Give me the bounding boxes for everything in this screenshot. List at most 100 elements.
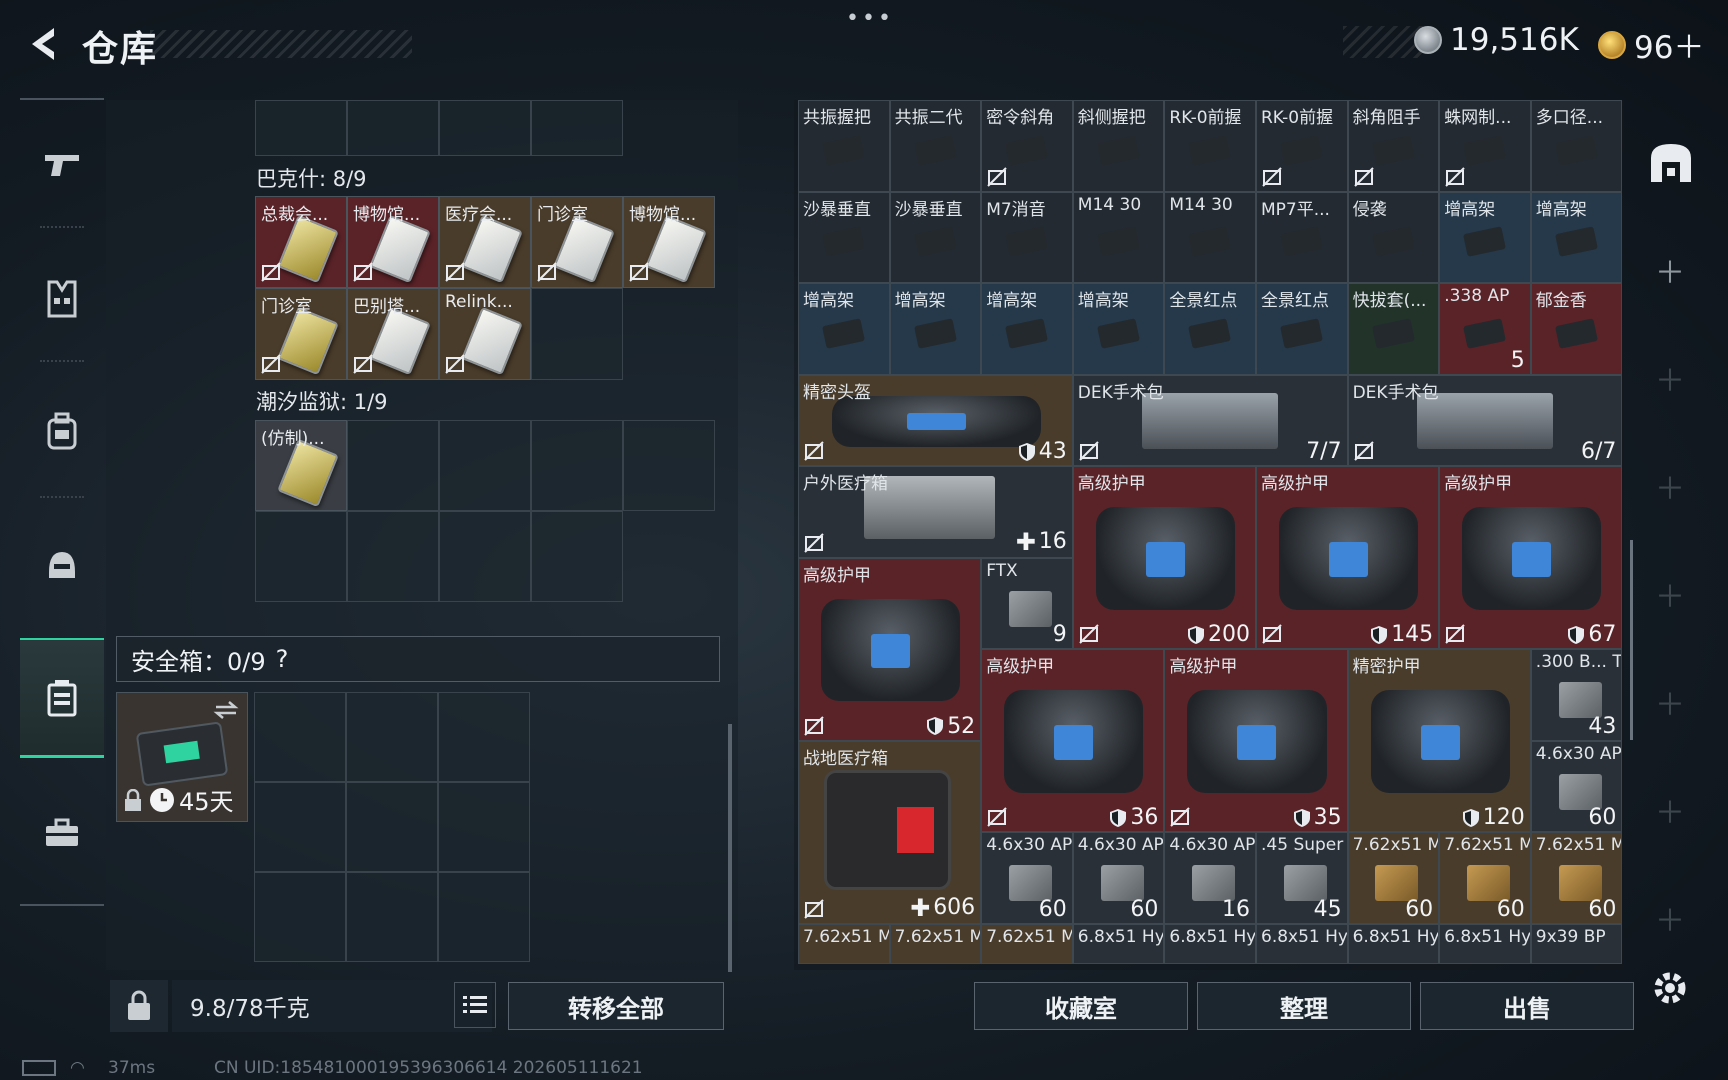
stash-item[interactable]: 侵袭 [1347, 191, 1440, 283]
stash-item[interactable]: 共振握把 [798, 100, 890, 192]
stash-item[interactable]: 多口径... [1530, 100, 1623, 192]
stash-item[interactable]: 4.6x30 AP SX 60 [1530, 740, 1623, 832]
grid-slot[interactable] [255, 511, 347, 602]
stash-item[interactable]: 6.8x51 Hybrid [1347, 923, 1440, 964]
grid-slot[interactable] [346, 872, 438, 962]
stash-item[interactable]: 4.6x30 AP SX 60 [1072, 832, 1165, 924]
item-card[interactable]: 门诊室 [531, 196, 623, 288]
safe-box-item[interactable]: 45天 [116, 692, 248, 822]
item-card[interactable]: 博物馆... [347, 196, 439, 288]
grid-slot[interactable] [439, 420, 531, 511]
stash-item[interactable]: 增高架 [1439, 191, 1531, 283]
empty-tab[interactable]: ＋ [1652, 680, 1688, 724]
stash-item[interactable]: RK-0前握 [1164, 100, 1256, 192]
settings-button[interactable] [1650, 968, 1690, 1012]
stash-item[interactable]: 快拔套(... [1347, 283, 1440, 375]
left-scrollbar[interactable] [728, 724, 732, 972]
grid-slot[interactable] [347, 100, 439, 156]
stash-item[interactable]: 6.8x51 Hybrid [1439, 923, 1531, 964]
stash-item[interactable]: 密令斜角 [981, 100, 1073, 192]
transfer-all-button[interactable]: 转移全部 [508, 982, 724, 1030]
stash-item[interactable]: 高级护甲 145 [1256, 466, 1440, 649]
item-card[interactable]: 博物馆... [623, 196, 715, 288]
grid-slot[interactable] [531, 100, 623, 156]
sell-button[interactable]: 出售 [1420, 982, 1634, 1030]
empty-tab[interactable]: ＋ [1652, 572, 1688, 616]
grid-slot[interactable] [531, 511, 623, 602]
stash-item[interactable]: 6.8x51 Hybrid [1072, 923, 1165, 964]
sidebar-item-weapons[interactable] [20, 110, 104, 220]
stash-item[interactable]: 精密护甲 120 [1347, 649, 1531, 832]
stash-item[interactable]: M14 30 [1164, 191, 1256, 283]
stash-item[interactable]: 6.8x51 Hybrid [1164, 923, 1256, 964]
item-card[interactable]: 巴别塔... [347, 288, 439, 380]
stash-item[interactable]: .338 AP 5 [1439, 283, 1531, 375]
stash-item[interactable]: 7.62x51 M62 60 [1439, 832, 1531, 924]
lock-button[interactable] [110, 980, 168, 1032]
stash-item[interactable]: 战地医疗箱 ✚ 606 [798, 740, 982, 924]
stash-item[interactable]: M7消音 [981, 191, 1073, 283]
grid-slot[interactable] [438, 782, 530, 872]
more-icon[interactable]: ••• [846, 6, 894, 31]
grid-slot[interactable] [346, 692, 438, 782]
stash-item[interactable]: 精密头盔 43 [798, 374, 1073, 466]
item-card[interactable]: Relink... [439, 288, 531, 380]
item-card[interactable]: 医疗会... [439, 196, 531, 288]
stash-item[interactable]: 高级护甲 67 [1439, 466, 1623, 649]
stash-item[interactable]: 郁金香 [1530, 283, 1623, 375]
stash-item[interactable]: 7.62x51 M62 60 [1347, 832, 1440, 924]
back-button[interactable] [20, 22, 64, 66]
stash-item[interactable]: DEK手术包 6/7 [1347, 374, 1623, 466]
grid-slot[interactable] [254, 692, 346, 782]
grid-slot[interactable] [623, 420, 715, 511]
sidebar-item-backpack[interactable] [20, 376, 104, 486]
swap-icon[interactable] [213, 699, 239, 721]
item-card[interactable]: (仿制)... [255, 420, 347, 511]
stash-item[interactable]: 户外医疗箱 ✚ 16 [798, 466, 1073, 558]
help-icon[interactable]: ? [276, 645, 289, 673]
stash-item[interactable]: 7.62x51 M62 60 [1530, 832, 1623, 924]
stash-item[interactable]: 增高架 [889, 283, 982, 375]
grid-slot[interactable] [347, 420, 439, 511]
stash-item[interactable]: 9x39 BP [1530, 923, 1623, 964]
sidebar-item-container[interactable] [20, 638, 104, 758]
stash-item[interactable]: 4.6x30 AP SX 16 [1164, 832, 1256, 924]
grid-slot[interactable] [254, 872, 346, 962]
gold-currency[interactable]: 96＋ [1598, 22, 1704, 67]
stash-item[interactable]: 高级护甲 36 [981, 649, 1165, 832]
stash-item[interactable]: 7.62x51 M... [981, 923, 1073, 964]
stash-item[interactable]: 高级护甲 35 [1164, 649, 1348, 832]
stash-item[interactable]: 增高架 [1530, 191, 1623, 283]
stash-item[interactable]: 沙暴垂直 [798, 191, 890, 283]
grid-slot[interactable] [531, 420, 623, 511]
stash-item[interactable]: 蛛网制... [1439, 100, 1531, 192]
stash-item[interactable]: FTX 9 [981, 557, 1073, 649]
empty-tab[interactable]: ＋ [1652, 464, 1688, 508]
empty-tab[interactable]: ＋ [1652, 896, 1688, 940]
sort-button[interactable]: 整理 [1197, 982, 1411, 1030]
sidebar-item-vest[interactable] [20, 244, 104, 354]
stash-item[interactable]: 4.6x30 AP SX 60 [981, 832, 1073, 924]
stash-scrollbar[interactable] [1630, 540, 1633, 740]
stash-item[interactable]: 共振二代 [889, 100, 982, 192]
stash-item[interactable]: 斜角阻手 [1347, 100, 1440, 192]
grid-slot[interactable] [438, 872, 530, 962]
stash-tab-main[interactable] [1648, 140, 1694, 188]
item-card[interactable]: 门诊室 [255, 288, 347, 380]
stash-item[interactable]: 7.62x51 M... [798, 923, 890, 964]
stash-item[interactable]: 全景红点 [1164, 283, 1256, 375]
stash-item[interactable]: 增高架 [798, 283, 890, 375]
grid-slot[interactable] [531, 288, 623, 380]
stash-item[interactable]: 全景红点 [1256, 283, 1348, 375]
stash-item[interactable]: 沙暴垂直 [889, 191, 982, 283]
sidebar-item-helmet[interactable] [20, 510, 104, 620]
grid-slot[interactable] [439, 511, 531, 602]
stash-item[interactable]: .300 B... TAC-TX 43 [1530, 649, 1623, 741]
item-card[interactable]: 总裁会... [255, 196, 347, 288]
stash-item[interactable]: 增高架 [981, 283, 1073, 375]
stash-item[interactable]: .45 Super 45 [1256, 832, 1348, 924]
stash-item[interactable]: MP7平... [1256, 191, 1348, 283]
grid-slot[interactable] [347, 511, 439, 602]
grid-slot[interactable] [255, 100, 347, 156]
add-tab-button[interactable]: ＋ [1652, 248, 1688, 292]
